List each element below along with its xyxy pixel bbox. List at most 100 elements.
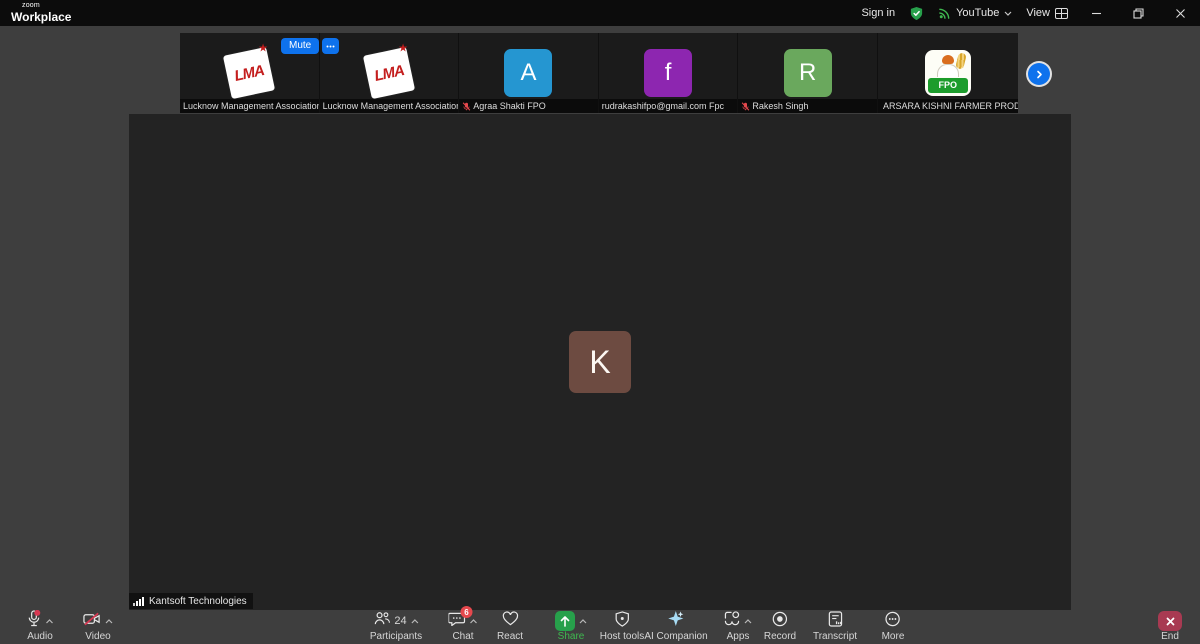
participant-name-label: rudrakashifpo@gmail.com Fpc xyxy=(599,99,738,113)
participant-name-label: Agraa Shakti FPO xyxy=(459,99,598,113)
record-label: Record xyxy=(764,631,796,642)
end-call-icon xyxy=(1158,611,1182,631)
ai-companion-label: AI Companion xyxy=(644,631,707,642)
end-meeting-button[interactable]: End xyxy=(1158,612,1182,642)
avatar-fpo-logo: FPO xyxy=(924,49,972,97)
transcript-label: Transcript xyxy=(813,631,857,642)
close-icon xyxy=(1175,8,1186,19)
tile-more-options-button[interactable] xyxy=(322,38,339,54)
network-signal-icon xyxy=(133,596,145,606)
minimize-button[interactable] xyxy=(1082,0,1110,26)
video-label: Video xyxy=(85,631,110,642)
heart-react-icon xyxy=(502,611,519,631)
apps-label: Apps xyxy=(727,631,750,642)
close-window-button[interactable] xyxy=(1166,0,1194,26)
share-options-chevron[interactable] xyxy=(579,619,587,624)
chat-label: Chat xyxy=(452,631,473,642)
audio-options-chevron[interactable] xyxy=(46,619,54,624)
host-tools-label: Host tools xyxy=(600,631,644,642)
chat-icon: 6 xyxy=(449,611,466,631)
view-button[interactable]: View xyxy=(1026,7,1068,19)
more-button[interactable]: More xyxy=(882,612,905,642)
audio-label: Audio xyxy=(27,631,53,642)
gallery-view-icon xyxy=(1055,8,1068,19)
more-label: More xyxy=(882,631,905,642)
avatar-lma-logo: LMA★ xyxy=(365,49,413,97)
participants-button[interactable]: 24 Participants xyxy=(370,612,422,642)
mic-alert-icon xyxy=(27,610,42,632)
host-tools-shield-icon xyxy=(615,611,630,632)
participant-name-label: ARSARA KISHNI FARMER PRODU... xyxy=(878,99,1018,113)
livestream-youtube-menu[interactable]: YouTube xyxy=(938,7,1012,20)
apps-options-chevron[interactable] xyxy=(744,619,752,624)
stream-service-label: YouTube xyxy=(956,7,999,19)
minimize-icon xyxy=(1091,8,1102,19)
title-bar: zoom Workplace Sign in YouTube View xyxy=(0,0,1200,26)
ai-companion-sparkle-icon xyxy=(668,610,685,632)
share-screen-button[interactable]: Share xyxy=(555,612,587,642)
avatar-initial: f xyxy=(644,49,692,97)
video-button[interactable]: Video xyxy=(83,612,113,642)
avatar-initial: A xyxy=(504,49,552,97)
avatar-lma-logo: LMA★ xyxy=(225,49,273,97)
record-icon xyxy=(772,611,788,632)
sign-in-link[interactable]: Sign in xyxy=(861,7,895,19)
audio-button[interactable]: Audio xyxy=(27,612,54,642)
apps-icon xyxy=(724,611,740,631)
zoom-logo-text: zoom xyxy=(22,2,71,9)
chevron-down-icon xyxy=(1004,11,1012,16)
participant-tile-rudrakashi[interactable]: f rudrakashifpo@gmail.com Fpc xyxy=(599,33,739,113)
participant-name-label: Lucknow Management Association (... xyxy=(320,99,459,113)
host-tools-button[interactable]: Host tools xyxy=(600,612,644,642)
lma-logo-text: LMA xyxy=(373,62,405,85)
participants-count: 24 xyxy=(394,615,406,627)
transcript-icon xyxy=(828,611,843,632)
participants-options-chevron[interactable] xyxy=(411,619,419,624)
restore-icon xyxy=(1133,8,1144,19)
participant-tile-lma-2[interactable]: LMA★ Lucknow Management Association (... xyxy=(320,33,460,113)
ellipsis-icon xyxy=(326,45,335,48)
speaker-name-text: Kantsoft Technologies xyxy=(149,596,247,607)
live-broadcast-icon xyxy=(938,7,951,20)
react-button[interactable]: React xyxy=(497,612,523,642)
participant-name-label: Rakesh Singh xyxy=(738,99,877,113)
avatar-initial: R xyxy=(784,49,832,97)
lma-star-icon: ★ xyxy=(398,42,408,55)
filmstrip-next-page-button[interactable] xyxy=(1028,63,1050,85)
participants-icon xyxy=(373,611,390,631)
fpo-logo-text: FPO xyxy=(928,78,968,93)
transcript-button[interactable]: Transcript xyxy=(813,612,857,642)
participant-name-label: Lucknow Management Association (... xyxy=(180,99,319,113)
share-label: Share xyxy=(558,631,585,642)
chat-button[interactable]: 6 Chat xyxy=(449,612,478,642)
participant-tile-rakesh-singh[interactable]: R Rakesh Singh xyxy=(738,33,878,113)
speaker-name-pill: Kantsoft Technologies xyxy=(129,593,253,609)
record-button[interactable]: Record xyxy=(764,612,796,642)
chat-options-chevron[interactable] xyxy=(470,619,478,624)
video-off-icon xyxy=(83,612,101,631)
workplace-logo-text: Workplace xyxy=(11,11,71,23)
security-shield-icon[interactable] xyxy=(909,6,924,21)
restore-button[interactable] xyxy=(1124,0,1152,26)
end-label: End xyxy=(1161,631,1179,642)
ai-companion-button[interactable]: AI Companion xyxy=(644,612,707,642)
lma-logo-text: LMA xyxy=(233,62,265,85)
lma-star-icon: ★ xyxy=(259,42,269,55)
zoom-workplace-logo: zoom Workplace xyxy=(11,2,71,23)
muted-mic-icon xyxy=(462,102,471,111)
view-label: View xyxy=(1026,7,1050,19)
mute-participant-button[interactable]: Mute xyxy=(281,38,319,54)
participant-tile-agraa-shakti[interactable]: A Agraa Shakti FPO xyxy=(459,33,599,113)
chevron-right-icon xyxy=(1035,70,1044,79)
chat-unread-badge: 6 xyxy=(461,606,473,618)
main-speaker-tile: K Kantsoft Technologies xyxy=(129,114,1071,610)
participant-tile-arsara-kishni[interactable]: FPO ARSARA KISHNI FARMER PRODU... xyxy=(878,33,1018,113)
meeting-toolbar: Audio Video 24 Participants 6 Cha xyxy=(0,610,1200,644)
muted-mic-icon xyxy=(741,102,750,111)
speaker-avatar: K xyxy=(569,331,631,393)
participants-label: Participants xyxy=(370,631,422,642)
share-screen-icon xyxy=(555,611,575,631)
video-options-chevron[interactable] xyxy=(105,619,113,624)
apps-button[interactable]: Apps xyxy=(724,612,752,642)
tile-hover-controls: Mute xyxy=(281,38,339,54)
